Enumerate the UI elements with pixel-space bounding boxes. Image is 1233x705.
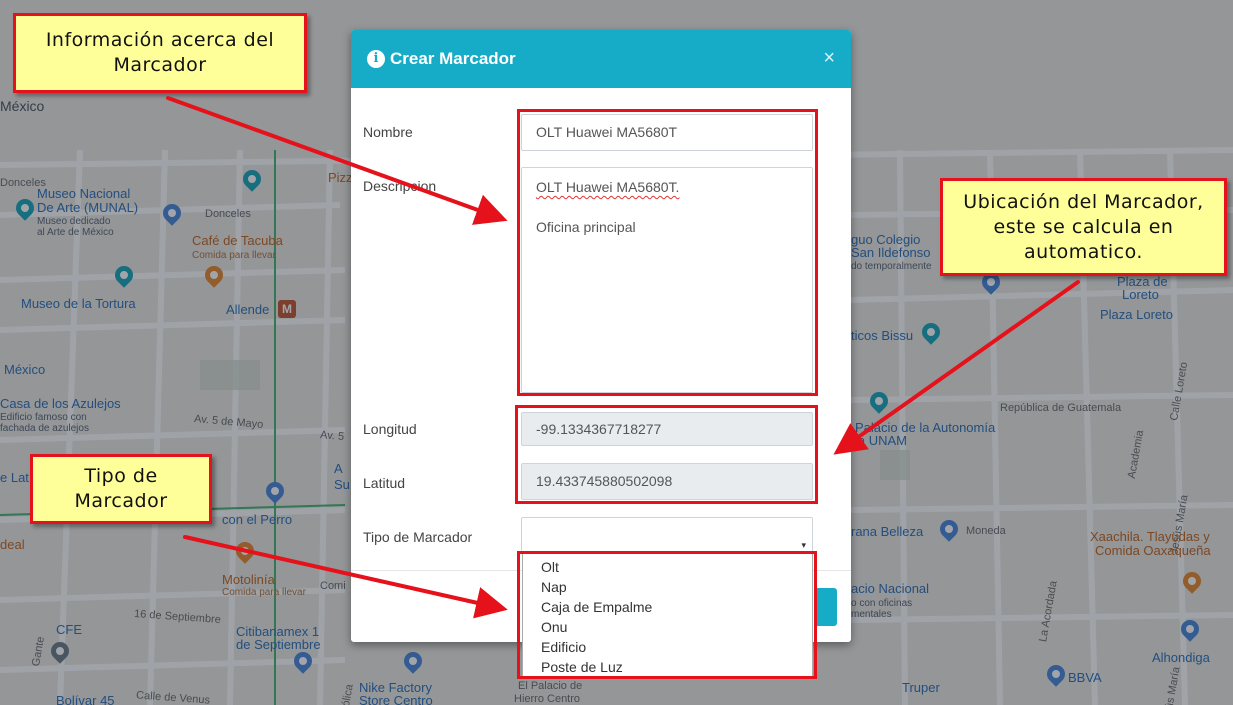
type-annotation-note: Tipo de Marcador <box>30 454 212 524</box>
save-button[interactable] <box>817 588 837 626</box>
longitud-label: Longitud <box>363 421 417 437</box>
note-line: Marcador <box>113 54 207 76</box>
nombre-label: Nombre <box>363 124 413 140</box>
tipo-label: Tipo de Marcador <box>363 529 473 545</box>
tipo-select[interactable]: ▾ <box>521 517 813 554</box>
note-line: Marcador <box>74 490 168 512</box>
modal-title: Crear Marcador <box>390 49 516 68</box>
note-line: Tipo de <box>84 465 158 487</box>
note-line: automatico. <box>1024 240 1143 263</box>
descripcion-label: Descripcion <box>363 178 437 194</box>
highlight-info-box <box>517 109 818 396</box>
close-icon[interactable]: × <box>823 47 835 70</box>
highlight-location-box <box>515 405 818 504</box>
location-annotation-note: Ubicación del Marcador, este se calcula … <box>940 178 1227 276</box>
latitud-label: Latitud <box>363 475 406 491</box>
note-line: Ubicación del Marcador, <box>963 190 1204 213</box>
info-annotation-note: Información acerca del Marcador <box>13 13 307 93</box>
highlight-type-box <box>517 551 817 679</box>
info-icon: i <box>367 50 385 68</box>
note-line: este se calcula en <box>993 215 1174 238</box>
modal-header: i Crear Marcador × <box>351 30 851 88</box>
note-line: Información acerca del <box>45 29 275 51</box>
